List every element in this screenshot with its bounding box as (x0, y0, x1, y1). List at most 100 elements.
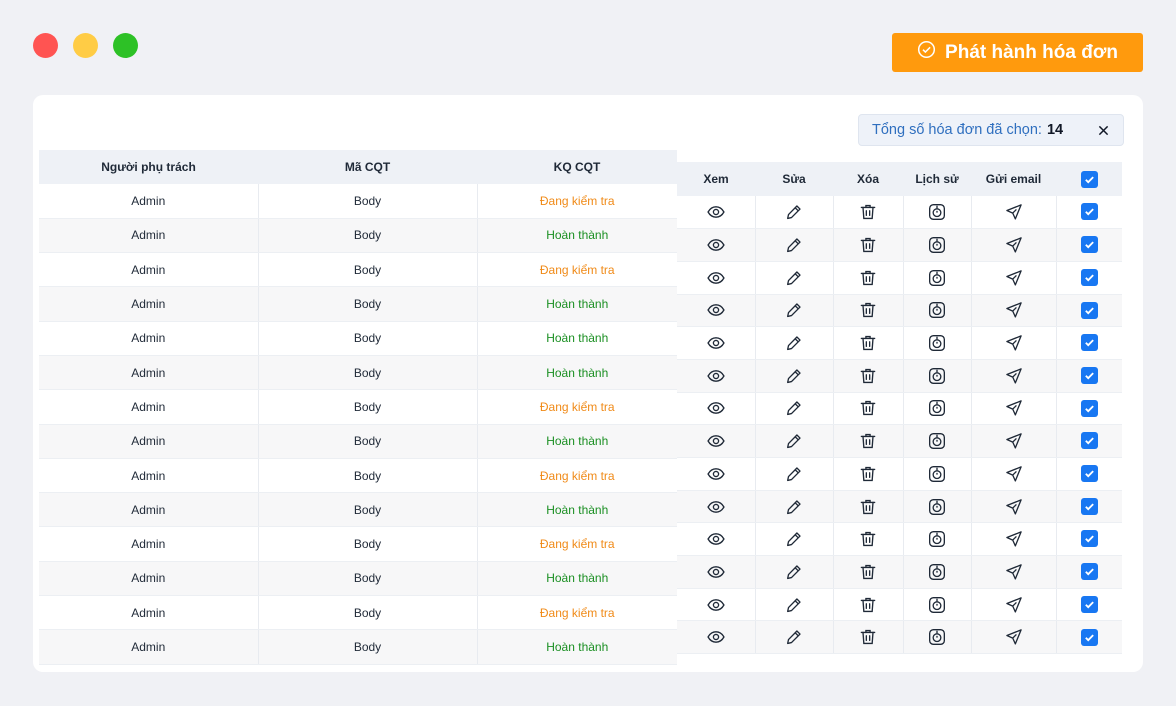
table-row[interactable]: Admin Body Hoàn thành (39, 424, 677, 459)
history-icon[interactable] (927, 595, 947, 615)
clear-selection-button[interactable] (1094, 121, 1112, 139)
eye-icon[interactable] (706, 366, 726, 386)
send-icon[interactable] (1004, 333, 1024, 353)
trash-icon[interactable] (858, 398, 878, 418)
pencil-icon[interactable] (784, 497, 804, 517)
row-checkbox[interactable] (1080, 530, 1098, 548)
history-icon[interactable] (927, 562, 947, 582)
trash-icon[interactable] (858, 333, 878, 353)
trash-icon[interactable] (858, 300, 878, 320)
close-window-button[interactable] (33, 33, 58, 58)
table-row[interactable]: Admin Body Đang kiểm tra (39, 458, 677, 494)
pencil-icon[interactable] (784, 464, 804, 484)
table-row[interactable]: Admin Body Hoàn thành (39, 561, 677, 597)
row-checkbox[interactable] (1080, 432, 1098, 450)
send-icon[interactable] (1004, 595, 1024, 615)
table-row[interactable]: Admin Body Hoàn thành (39, 629, 677, 665)
eye-icon[interactable] (706, 627, 726, 647)
trash-icon[interactable] (858, 268, 878, 288)
table-row[interactable]: Admin Body Hoàn thành (39, 492, 677, 528)
history-icon[interactable] (927, 333, 947, 353)
pencil-icon[interactable] (784, 333, 804, 353)
trash-icon[interactable] (858, 627, 878, 647)
row-checkbox[interactable] (1080, 268, 1098, 286)
send-icon[interactable] (1004, 202, 1024, 222)
eye-icon[interactable] (706, 268, 726, 288)
row-checkbox[interactable] (1080, 301, 1098, 319)
pencil-icon[interactable] (784, 366, 804, 386)
trash-icon[interactable] (858, 529, 878, 549)
column-header-owner[interactable]: Người phụ trách (39, 150, 258, 184)
history-icon[interactable] (927, 627, 947, 647)
trash-icon[interactable] (858, 431, 878, 451)
table-row[interactable]: Admin Body Đang kiểm tra (39, 595, 677, 631)
row-checkbox[interactable] (1080, 236, 1098, 254)
history-icon[interactable] (927, 497, 947, 517)
pencil-icon[interactable] (784, 562, 804, 582)
eye-icon[interactable] (706, 595, 726, 615)
history-icon[interactable] (927, 431, 947, 451)
table-row[interactable]: Admin Body Hoàn thành (39, 321, 677, 356)
history-icon[interactable] (927, 268, 947, 288)
table-row[interactable]: Admin Body Đang kiểm tra (39, 389, 677, 425)
trash-icon[interactable] (858, 235, 878, 255)
send-icon[interactable] (1004, 627, 1024, 647)
history-icon[interactable] (927, 398, 947, 418)
trash-icon[interactable] (858, 497, 878, 517)
eye-icon[interactable] (706, 202, 726, 222)
row-checkbox[interactable] (1080, 628, 1098, 646)
pencil-icon[interactable] (784, 398, 804, 418)
eye-icon[interactable] (706, 464, 726, 484)
column-header-cqt-code[interactable]: Mã CQT (258, 150, 477, 184)
maximize-window-button[interactable] (113, 33, 138, 58)
row-checkbox[interactable] (1080, 203, 1098, 221)
issue-invoice-button[interactable]: Phát hành hóa đơn (892, 33, 1143, 72)
trash-icon[interactable] (858, 366, 878, 386)
row-checkbox[interactable] (1080, 563, 1098, 581)
send-icon[interactable] (1004, 300, 1024, 320)
table-row[interactable]: Admin Body Đang kiểm tra (39, 526, 677, 562)
trash-icon[interactable] (858, 595, 878, 615)
column-header-cqt-result[interactable]: KQ CQT (477, 150, 677, 184)
send-icon[interactable] (1004, 398, 1024, 418)
eye-icon[interactable] (706, 300, 726, 320)
table-row[interactable]: Admin Body Hoàn thành (39, 355, 677, 391)
send-icon[interactable] (1004, 268, 1024, 288)
history-icon[interactable] (927, 464, 947, 484)
row-checkbox[interactable] (1080, 465, 1098, 483)
table-row[interactable]: Admin Body Đang kiểm tra (39, 252, 677, 288)
pencil-icon[interactable] (784, 529, 804, 549)
eye-icon[interactable] (706, 431, 726, 451)
row-checkbox[interactable] (1080, 497, 1098, 515)
send-icon[interactable] (1004, 366, 1024, 386)
send-icon[interactable] (1004, 464, 1024, 484)
select-all-checkbox[interactable] (1080, 170, 1098, 188)
trash-icon[interactable] (858, 202, 878, 222)
history-icon[interactable] (927, 235, 947, 255)
pencil-icon[interactable] (784, 431, 804, 451)
table-row[interactable]: Admin Body Hoàn thành (39, 286, 677, 322)
eye-icon[interactable] (706, 333, 726, 353)
history-icon[interactable] (927, 300, 947, 320)
table-row[interactable]: Admin Body Hoàn thành (39, 218, 677, 254)
minimize-window-button[interactable] (73, 33, 98, 58)
row-checkbox[interactable] (1080, 334, 1098, 352)
send-icon[interactable] (1004, 431, 1024, 451)
row-checkbox[interactable] (1080, 399, 1098, 417)
row-checkbox[interactable] (1080, 595, 1098, 613)
pencil-icon[interactable] (784, 235, 804, 255)
send-icon[interactable] (1004, 235, 1024, 255)
history-icon[interactable] (927, 529, 947, 549)
send-icon[interactable] (1004, 562, 1024, 582)
trash-icon[interactable] (858, 562, 878, 582)
send-icon[interactable] (1004, 529, 1024, 549)
row-checkbox[interactable] (1080, 367, 1098, 385)
pencil-icon[interactable] (784, 300, 804, 320)
trash-icon[interactable] (858, 464, 878, 484)
eye-icon[interactable] (706, 529, 726, 549)
eye-icon[interactable] (706, 562, 726, 582)
eye-icon[interactable] (706, 398, 726, 418)
send-icon[interactable] (1004, 497, 1024, 517)
pencil-icon[interactable] (784, 595, 804, 615)
pencil-icon[interactable] (784, 202, 804, 222)
